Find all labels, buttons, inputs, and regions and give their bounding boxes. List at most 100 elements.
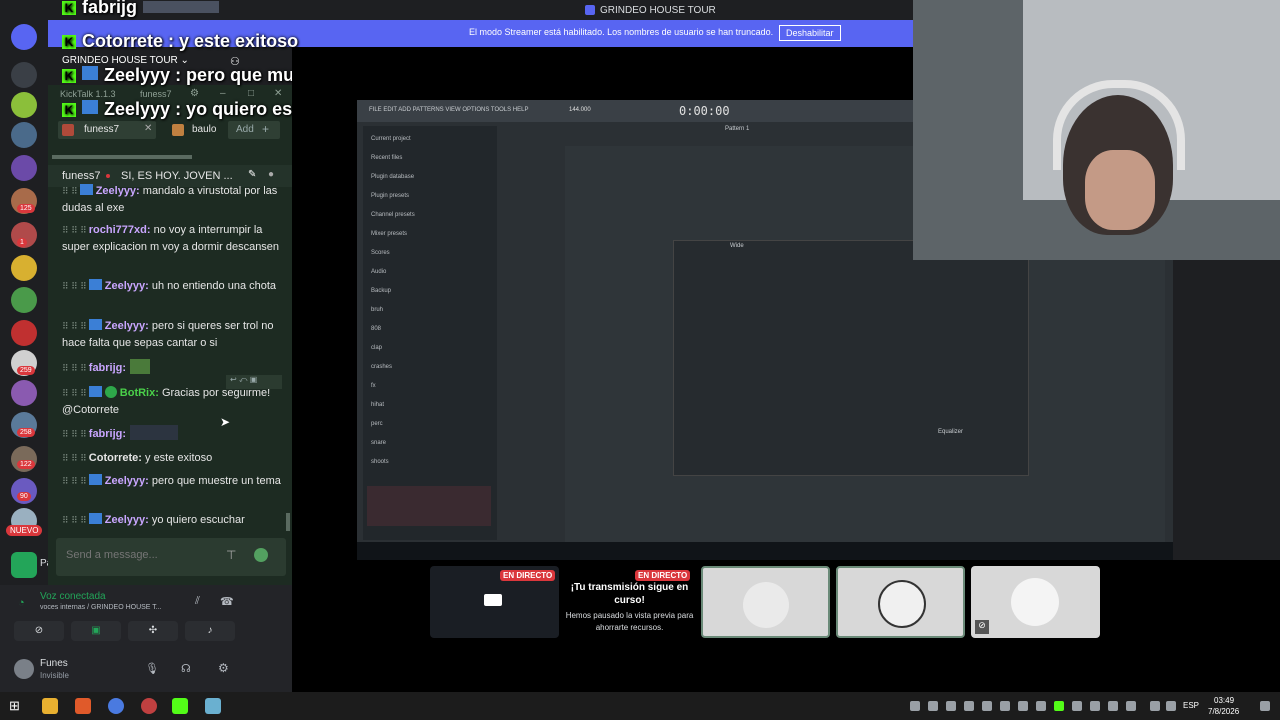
soundboard-button[interactable]: ♪ [185,621,235,641]
fl-pattern[interactable]: Pattern 1 [725,126,749,132]
server-icon[interactable] [11,155,37,181]
server-icon[interactable] [11,380,37,406]
browser-item[interactable]: 808 [371,326,381,332]
tray-icon[interactable] [1018,701,1028,711]
emoji-icon[interactable] [254,548,268,562]
maximize-icon[interactable]: □ [248,88,254,99]
chat-username[interactable]: Cotorrete: [89,452,142,464]
clock-date[interactable]: 7/8/2026 [1208,707,1239,716]
chat-username[interactable]: BotRix: [120,387,159,399]
discord-home-icon[interactable] [11,24,37,50]
browser-item[interactable]: clap [371,345,382,351]
server-icon[interactable] [11,320,37,346]
fl-tempo[interactable]: 144.000 [569,107,591,113]
avatar[interactable] [14,659,34,679]
file-explorer-icon[interactable] [42,698,58,714]
participant-tile[interactable] [836,566,965,638]
brave-icon[interactable] [75,698,91,714]
close-icon[interactable]: ✕ [274,88,282,99]
server-icon[interactable] [11,62,37,88]
disconnect-icon[interactable]: ☎ [220,595,234,608]
speaker-icon[interactable] [1150,701,1160,711]
tray-icon[interactable] [1072,701,1082,711]
language-indicator[interactable]: ESP [1183,701,1199,710]
emote-icon[interactable]: ⊤ [226,548,236,562]
browser-item[interactable]: shoots [371,459,389,465]
send-message-box[interactable]: ⊤ [56,538,286,576]
noise-suppression-icon[interactable]: ⫽ [195,595,200,608]
microphone-icon[interactable]: 🎙 [145,662,159,675]
chat-username[interactable]: rochi777xd: [89,224,151,236]
chat-username[interactable]: Zeelyyy: [105,280,149,292]
chat-tab-baulo[interactable]: baulo [166,121,226,139]
browser-item[interactable]: Backup [371,288,391,294]
chat-scrollbar[interactable] [286,513,290,531]
voice-channel[interactable]: voces internas / GRINDEO HOUSE T... [40,604,162,611]
minimize-icon[interactable]: – [220,88,226,99]
browser-item[interactable]: Audio [371,269,386,275]
chat-tab-funess7[interactable]: funess7 ✕ [58,121,156,139]
browser-item[interactable]: fx [371,383,376,389]
chrome-icon[interactable] [108,698,124,714]
clock-time[interactable]: 03:49 [1214,696,1234,705]
chat-username[interactable]: Zeelyyy: [105,320,149,332]
pin-icon[interactable]: ✎ [248,169,256,180]
browser-item[interactable]: snare [371,440,386,446]
tray-icon[interactable] [1126,701,1136,711]
tray-icon[interactable] [1036,701,1046,711]
browser-item[interactable]: hihat [371,402,384,408]
screen-share-button[interactable]: ▣ [71,621,121,641]
tray-icon[interactable] [1000,701,1010,711]
browser-item[interactable]: Plugin presets [371,193,409,199]
browser-item[interactable]: perc [371,421,383,427]
chat-username[interactable]: fabrijg: [89,428,126,440]
browser-item[interactable]: Recent files [371,155,402,161]
server-icon[interactable] [11,255,37,281]
browser-item[interactable]: crashes [371,364,392,370]
windows-start-icon[interactable]: ⊞ [9,698,25,714]
kick-tray-icon[interactable] [1054,701,1064,711]
add-tab-button[interactable]: Add + [228,121,280,139]
tray-icon[interactable] [1108,701,1118,711]
camera-button[interactable]: ⊘ [14,621,64,641]
kick-icon[interactable] [172,698,188,714]
server-icon[interactable] [11,92,37,118]
browser-item[interactable]: Scores [371,250,390,256]
participant-tile[interactable] [701,566,830,638]
browser-item[interactable]: Channel presets [371,212,415,218]
tab-scrollbar[interactable] [52,155,192,159]
gear-icon[interactable]: ⚙ [218,661,229,675]
app-icon[interactable] [205,698,221,714]
browser-item[interactable]: Mixer presets [371,231,407,237]
server-icon[interactable] [11,122,37,148]
server-icon[interactable] [11,287,37,313]
participant-tile[interactable]: ⊘ [971,566,1100,638]
browser-item[interactable]: Plugin database [371,174,414,180]
activities-button[interactable]: ✣ [128,621,178,641]
chat-username[interactable]: fabrijg: [89,362,126,374]
wifi-icon[interactable] [1166,701,1176,711]
browser-item[interactable]: bruh [371,307,383,313]
headphones-icon[interactable]: ☊ [181,662,191,675]
message-actions[interactable]: ↩ ⤺ ▣ [226,375,282,389]
chat-username[interactable]: Zeelyyy: [96,185,140,197]
tray-icon[interactable] [982,701,992,711]
tray-icon[interactable] [946,701,956,711]
tray-icon[interactable] [964,701,974,711]
send-message-input[interactable] [66,549,206,561]
stream-tile[interactable]: EN DIRECTO [430,566,559,638]
app-icon[interactable] [141,698,157,714]
tray-icon[interactable] [928,701,938,711]
user-icon[interactable]: ● [268,169,274,180]
xbox-icon[interactable] [910,701,920,711]
chat-username[interactable]: Zeelyyy: [105,475,149,487]
close-tab-icon[interactable]: ✕ [144,123,152,134]
disable-streamer-button[interactable]: Deshabilitar [779,25,841,41]
fl-menu[interactable]: FILE EDIT ADD PATTERNS VIEW OPTIONS TOOL… [369,107,528,113]
browser-item[interactable]: Current project [371,136,411,142]
notification-icon[interactable] [1260,701,1270,711]
chat-username[interactable]: Zeelyyy: [105,514,149,526]
server-icon[interactable] [11,552,37,578]
tray-icon[interactable] [1090,701,1100,711]
settings-icon[interactable]: ⚙ [190,88,199,99]
